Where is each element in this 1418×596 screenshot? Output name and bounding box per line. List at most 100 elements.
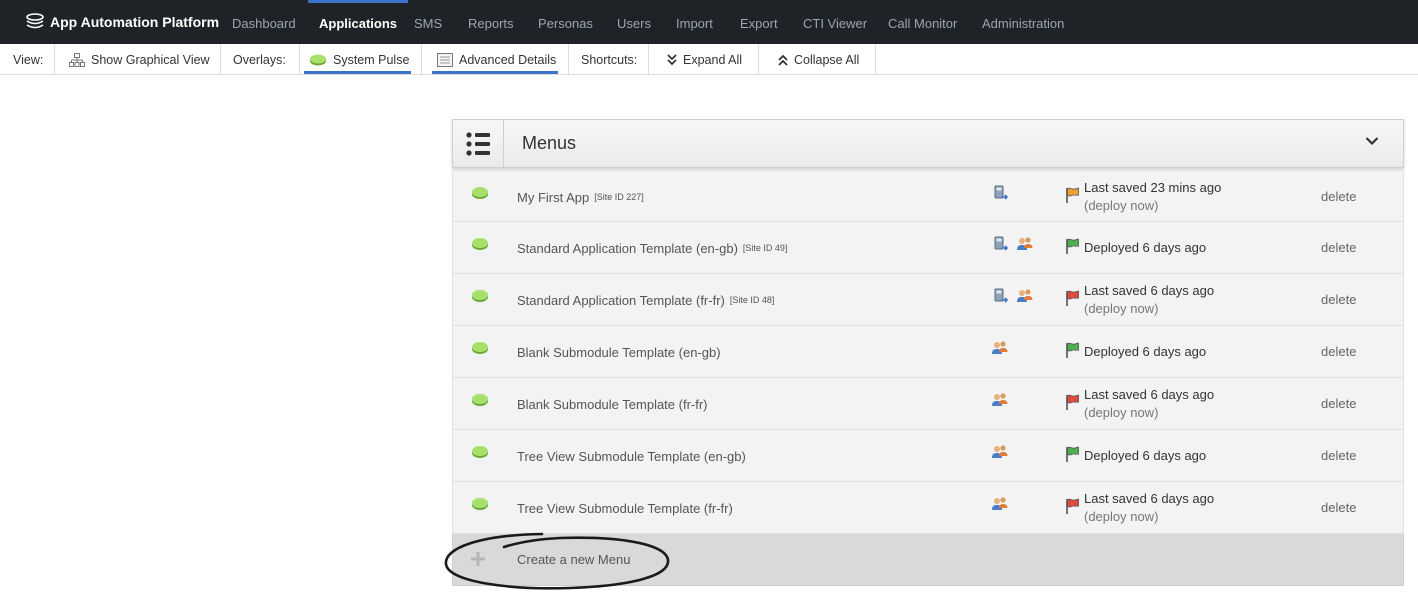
chevron-down-icon[interactable] [1365, 136, 1379, 146]
menu-row[interactable]: Blank Submodule Template (fr-fr) Last sa… [452, 378, 1404, 430]
chevrons-up-icon [778, 54, 788, 66]
menu-name-text[interactable]: Tree View Submodule Template (fr-fr) [517, 501, 733, 516]
flag-icon [1066, 290, 1079, 306]
menus-panel: Menus My First App [Site ID 227] Last sa… [452, 119, 1404, 586]
expand-all-button[interactable]: Expand All [649, 44, 759, 75]
chevrons-down-icon [667, 53, 677, 65]
delete-link[interactable]: delete [1321, 326, 1356, 378]
menu-name[interactable]: Standard Application Template (en-gb) [S… [517, 222, 787, 274]
menus-panel-header[interactable]: Menus [452, 119, 1404, 168]
status-label: Last saved 6 days ago [1084, 491, 1215, 506]
users-icon[interactable] [991, 392, 1009, 411]
site-id: [Site ID 227] [594, 192, 644, 202]
menu-name[interactable]: Blank Submodule Template (en-gb) [517, 326, 726, 378]
shortcuts-label: Shortcuts: [569, 44, 649, 75]
flag-icon [1066, 238, 1079, 254]
users-icon[interactable] [1016, 236, 1034, 255]
nav-reports[interactable]: Reports [468, 0, 514, 44]
delete-link[interactable]: delete [1321, 274, 1356, 326]
collapse-all-label: Collapse All [794, 52, 860, 67]
system-pulse-label: System Pulse [333, 52, 410, 67]
view-label-text: View: [13, 52, 44, 67]
deploy-now-link[interactable]: (deploy now) [1084, 404, 1214, 422]
menu-name-text[interactable]: My First App [517, 190, 589, 205]
site-id: [Site ID 49] [742, 243, 788, 253]
deploy-now-link[interactable]: (deploy now) [1084, 508, 1214, 526]
advanced-details-label: Advanced Details [459, 52, 557, 67]
menu-name-text[interactable]: Blank Submodule Template (en-gb) [517, 345, 721, 360]
nav-applications[interactable]: Applications [307, 0, 409, 44]
collapse-all-button[interactable]: Collapse All [759, 44, 876, 75]
delete-link[interactable]: delete [1321, 482, 1356, 534]
flag-icon [1066, 394, 1079, 410]
menu-name-text[interactable]: Blank Submodule Template (fr-fr) [517, 397, 708, 412]
brand[interactable]: App Automation Platform [25, 0, 219, 44]
list-icon-box [453, 120, 504, 167]
flag-icon [1066, 342, 1079, 358]
phone-forward-icon[interactable] [993, 288, 1009, 307]
system-pulse-active-indicator [304, 71, 411, 74]
delete-link[interactable]: delete [1321, 430, 1356, 482]
overlays-label: Overlays: [221, 44, 300, 75]
list-icon [466, 132, 490, 156]
menu-row[interactable]: Standard Application Template (en-gb) [S… [452, 222, 1404, 274]
nav-import[interactable]: Import [676, 0, 713, 44]
menu-row[interactable]: Standard Application Template (fr-fr) [S… [452, 274, 1404, 326]
nav-export[interactable]: Export [740, 0, 778, 44]
toolbar: View: Show Graphical View Overlays: Syst… [0, 44, 1418, 75]
menu-name-text[interactable]: Tree View Submodule Template (en-gb) [517, 449, 746, 464]
status-pill-icon [472, 498, 488, 510]
view-label: View: [0, 44, 55, 75]
deploy-now-link[interactable]: (deploy now) [1084, 197, 1221, 215]
menu-name[interactable]: My First App [Site ID 227] [517, 171, 644, 223]
phone-forward-icon[interactable] [993, 185, 1009, 204]
status-text: Deployed 6 days ago [1084, 222, 1206, 274]
status-pill-icon [472, 290, 488, 302]
status-pill-icon [472, 187, 488, 199]
menu-list: My First App [Site ID 227] Last saved 23… [452, 170, 1404, 534]
menu-name[interactable]: Tree View Submodule Template (en-gb) [517, 430, 751, 482]
users-icon[interactable] [991, 496, 1009, 515]
nav-personas[interactable]: Personas [538, 0, 593, 44]
expand-all-label: Expand All [683, 52, 743, 67]
status-text: Last saved 23 mins ago (deploy now) [1084, 171, 1221, 223]
show-graphical-view-label: Show Graphical View [91, 52, 210, 67]
menu-name[interactable]: Blank Submodule Template (fr-fr) [517, 378, 713, 430]
menu-row[interactable]: Blank Submodule Template (en-gb) Deploye… [452, 326, 1404, 378]
nav-cti-viewer[interactable]: CTI Viewer [803, 0, 867, 44]
overlays-label-text: Overlays: [233, 52, 286, 67]
status-text: Deployed 6 days ago [1084, 326, 1206, 378]
users-icon[interactable] [991, 340, 1009, 359]
menu-name-text[interactable]: Standard Application Template (en-gb) [517, 241, 738, 256]
flag-icon [1066, 187, 1079, 203]
show-graphical-view-button[interactable]: Show Graphical View [55, 44, 221, 75]
menu-name[interactable]: Standard Application Template (fr-fr) [S… [517, 274, 774, 326]
logo-icon [26, 13, 44, 29]
advanced-details-active-indicator [432, 71, 558, 74]
nav-administration[interactable]: Administration [982, 0, 1064, 44]
flag-icon [1066, 446, 1079, 462]
users-icon[interactable] [991, 444, 1009, 463]
phone-forward-icon[interactable] [993, 236, 1009, 255]
panel-title: Menus [522, 133, 577, 153]
menu-row[interactable]: Tree View Submodule Template (en-gb) Dep… [452, 430, 1404, 482]
delete-link[interactable]: delete [1321, 222, 1356, 274]
nav-sms[interactable]: SMS [414, 0, 442, 44]
status-label: Deployed 6 days ago [1084, 448, 1207, 463]
nav-users[interactable]: Users [617, 0, 651, 44]
deploy-now-link[interactable]: (deploy now) [1084, 300, 1214, 318]
menu-row[interactable]: My First App [Site ID 227] Last saved 23… [452, 170, 1404, 222]
users-icon[interactable] [1016, 288, 1034, 307]
status-pill-icon [472, 394, 488, 406]
status-pill-icon [472, 342, 488, 354]
status-label: Deployed 6 days ago [1084, 344, 1207, 359]
status-label: Last saved 6 days ago [1084, 283, 1215, 298]
site-id: [Site ID 48] [729, 295, 775, 305]
delete-link[interactable]: delete [1321, 171, 1356, 223]
delete-link[interactable]: delete [1321, 378, 1356, 430]
menu-name-text[interactable]: Standard Application Template (fr-fr) [517, 293, 725, 308]
nav-dashboard[interactable]: Dashboard [232, 0, 296, 44]
top-nav: App Automation Platform Dashboard Applic… [0, 0, 1418, 44]
status-text: Deployed 6 days ago [1084, 430, 1206, 482]
nav-call-monitor[interactable]: Call Monitor [888, 0, 957, 44]
